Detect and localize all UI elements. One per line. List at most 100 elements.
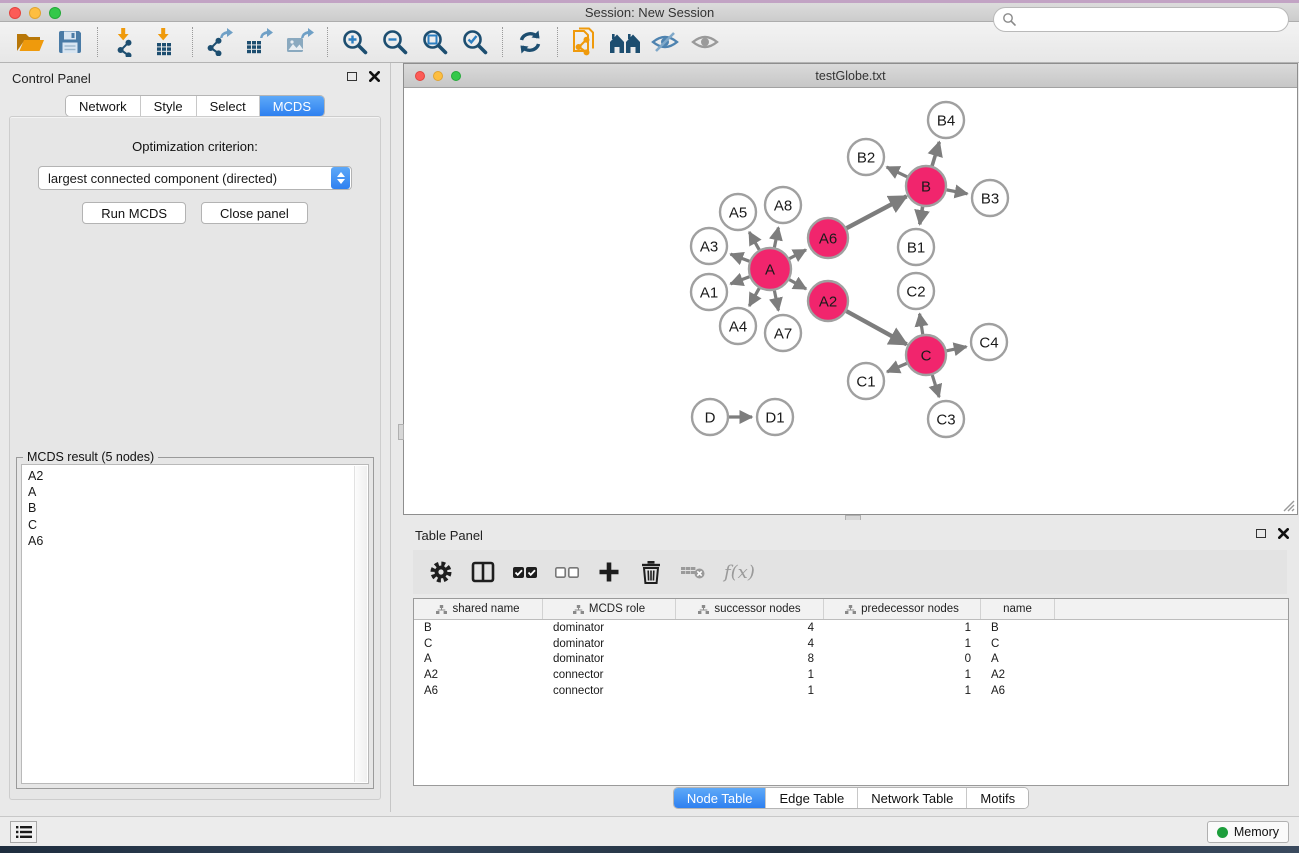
network-minimize-button[interactable] <box>433 71 443 81</box>
float-panel-icon[interactable] <box>347 72 357 81</box>
edge-A2-C[interactable] <box>846 311 906 344</box>
houses-icon[interactable] <box>605 25 645 59</box>
table-tab-motifs[interactable]: Motifs <box>966 788 1028 808</box>
edge-B-B1[interactable] <box>920 207 923 225</box>
edge-A6-B[interactable] <box>847 196 907 228</box>
zoom-in-icon[interactable] <box>335 25 375 59</box>
table-row[interactable]: Adominator80A <box>414 652 1288 668</box>
edge-A-A2[interactable] <box>789 280 806 289</box>
tab-style[interactable]: Style <box>140 96 196 116</box>
result-item[interactable]: C <box>28 517 368 533</box>
network-window-titlebar[interactable]: testGlobe.txt <box>404 64 1297 88</box>
column-header-predecessor-nodes[interactable]: predecessor nodes <box>824 599 981 619</box>
edge-C-C1[interactable] <box>887 363 907 372</box>
node-C1[interactable]: C1 <box>848 363 884 399</box>
network-canvas[interactable]: B4B2BB3A8A5A6A3B1AA1C2A2A4A7C4CC1DD1C3 <box>404 88 1297 514</box>
tab-mcds[interactable]: MCDS <box>259 96 324 116</box>
result-item[interactable]: A <box>28 484 368 500</box>
edge-A-A6[interactable] <box>789 250 806 259</box>
zoom-out-icon[interactable] <box>375 25 415 59</box>
table-tab-node-table[interactable]: Node Table <box>674 788 766 808</box>
add-row-icon[interactable] <box>595 558 623 586</box>
export-image-icon[interactable] <box>280 25 320 59</box>
result-item[interactable]: A6 <box>28 533 368 549</box>
node-A7[interactable]: A7 <box>765 315 801 351</box>
node-A[interactable]: A <box>749 248 791 290</box>
network-graph[interactable]: B4B2BB3A8A5A6A3B1AA1C2A2A4A7C4CC1DD1C3 <box>404 88 1297 514</box>
new-network-from-selection-icon[interactable] <box>565 25 605 59</box>
float-table-panel-icon[interactable] <box>1256 529 1266 538</box>
table-row[interactable]: Cdominator41C <box>414 636 1288 652</box>
tab-select[interactable]: Select <box>196 96 259 116</box>
node-D[interactable]: D <box>692 399 728 435</box>
node-A2[interactable]: A2 <box>808 281 848 321</box>
edge-A-A5[interactable] <box>749 232 759 250</box>
search-box[interactable] <box>993 7 1289 32</box>
splitter-handle-vertical[interactable] <box>398 424 404 440</box>
result-scrollbar[interactable] <box>354 466 367 782</box>
table-tab-network-table[interactable]: Network Table <box>857 788 966 808</box>
node-table[interactable]: shared nameMCDS rolesuccessor nodesprede… <box>413 598 1289 786</box>
edge-A-A4[interactable] <box>749 288 759 306</box>
edge-B-B4[interactable] <box>932 142 939 166</box>
close-window-button[interactable] <box>9 7 21 19</box>
edge-A-A3[interactable] <box>731 254 750 261</box>
result-item[interactable]: B <box>28 500 368 516</box>
node-table-header[interactable]: shared nameMCDS rolesuccessor nodesprede… <box>414 599 1288 620</box>
task-history-button[interactable] <box>10 821 37 843</box>
zoom-window-button[interactable] <box>49 7 61 19</box>
search-input[interactable] <box>1017 10 1288 30</box>
column-icon[interactable] <box>469 558 497 586</box>
run-mcds-button[interactable]: Run MCDS <box>82 202 186 224</box>
network-close-button[interactable] <box>415 71 425 81</box>
column-header-name[interactable]: name <box>981 599 1055 619</box>
edge-B-B3[interactable] <box>947 190 968 194</box>
node-A5[interactable]: A5 <box>720 194 756 230</box>
node-B3[interactable]: B3 <box>972 180 1008 216</box>
result-item[interactable]: A2 <box>28 468 368 484</box>
close-panel-button[interactable]: Close panel <box>201 202 308 224</box>
node-C[interactable]: C <box>906 335 946 375</box>
export-network-icon[interactable] <box>200 25 240 59</box>
criterion-dropdown[interactable]: largest connected component (directed) <box>38 166 352 190</box>
node-C2[interactable]: C2 <box>898 273 934 309</box>
node-D1[interactable]: D1 <box>757 399 793 435</box>
gear-icon[interactable] <box>427 558 455 586</box>
save-session-icon[interactable] <box>50 25 90 59</box>
delete-row-icon[interactable] <box>637 558 665 586</box>
mcds-result-list[interactable]: A2ABCA6 <box>21 464 369 784</box>
node-B2[interactable]: B2 <box>848 139 884 175</box>
tab-network[interactable]: Network <box>66 96 140 116</box>
column-header-MCDS-role[interactable]: MCDS role <box>543 599 676 619</box>
edge-A-A1[interactable] <box>731 277 750 284</box>
edge-B-B2[interactable] <box>887 167 907 177</box>
import-table-icon[interactable] <box>145 25 185 59</box>
minimize-window-button[interactable] <box>29 7 41 19</box>
memory-button[interactable]: Memory <box>1207 821 1289 843</box>
open-session-icon[interactable] <box>10 25 50 59</box>
import-network-icon[interactable] <box>105 25 145 59</box>
node-C3[interactable]: C3 <box>928 401 964 437</box>
node-B[interactable]: B <box>906 166 946 206</box>
node-B4[interactable]: B4 <box>928 102 964 138</box>
close-table-panel-icon[interactable] <box>1278 528 1289 539</box>
edge-A-A7[interactable] <box>774 291 778 311</box>
column-header-successor-nodes[interactable]: successor nodes <box>676 599 824 619</box>
edge-A-A8[interactable] <box>774 228 778 248</box>
node-B1[interactable]: B1 <box>898 229 934 265</box>
node-A3[interactable]: A3 <box>691 228 727 264</box>
export-table-icon[interactable] <box>240 25 280 59</box>
table-row[interactable]: Bdominator41B <box>414 620 1288 636</box>
deselect-all-icon[interactable] <box>553 558 581 586</box>
node-A6[interactable]: A6 <box>808 218 848 258</box>
table-row[interactable]: A6connector11A6 <box>414 683 1288 699</box>
table-row[interactable]: A2connector11A2 <box>414 667 1288 683</box>
node-A4[interactable]: A4 <box>720 308 756 344</box>
show-all-icon[interactable] <box>685 25 725 59</box>
hide-selected-icon[interactable] <box>645 25 685 59</box>
edge-C-C4[interactable] <box>947 347 967 351</box>
edge-C-C2[interactable] <box>920 314 923 335</box>
close-panel-icon[interactable] <box>369 71 380 82</box>
column-header-shared-name[interactable]: shared name <box>414 599 543 619</box>
zoom-selected-icon[interactable] <box>455 25 495 59</box>
